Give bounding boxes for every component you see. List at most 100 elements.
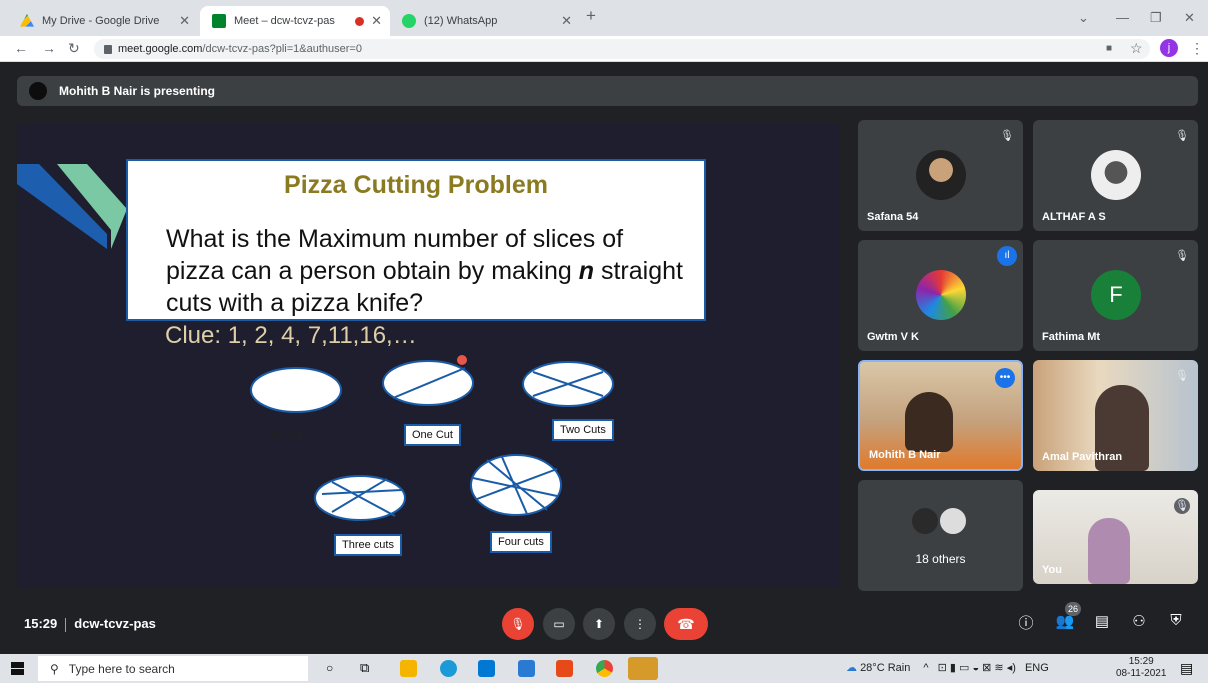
label-four-cuts: Four cuts — [490, 531, 552, 553]
presenter-avatar — [29, 82, 47, 100]
participant-tile[interactable]: 🎙 ALTHAF A S — [1033, 120, 1198, 231]
url-path: /dcw-tcvz-pas?pli=1&authuser=0 — [202, 43, 362, 55]
activities-icon[interactable]: ⚇ — [1127, 612, 1151, 630]
windows-start-icon[interactable] — [11, 662, 24, 675]
mic-off-icon: 🎙 — [1175, 370, 1189, 382]
camera-in-use-icon[interactable]: ■ — [1106, 43, 1112, 54]
mail-icon[interactable] — [478, 660, 495, 677]
participant-tile[interactable]: F 🎙 Fathima Mt — [1033, 240, 1198, 351]
close-window-button[interactable]: ✕ — [1184, 10, 1195, 26]
taskbar-clock[interactable]: 15:29 08-11-2021 — [1116, 656, 1166, 680]
self-video-person — [1088, 518, 1130, 584]
participant-avatar — [910, 506, 940, 536]
mic-off-icon: 🎙 — [1174, 498, 1190, 514]
divider — [65, 617, 67, 632]
tray-icons[interactable]: ⊡ ▮ ▭ ◒ ⊠ ≋ ◂) — [938, 662, 1016, 674]
participant-name: Gwtm V K — [867, 331, 919, 343]
label-no-cut: No cut — [271, 428, 303, 440]
url-host: meet.google.com — [118, 43, 203, 55]
profile-avatar[interactable]: j — [1160, 39, 1178, 57]
participant-name: Amal Pavithran — [1042, 451, 1123, 463]
tab-title: My Drive - Google Drive — [42, 15, 160, 27]
windows-taskbar: ⚲ Type here to search ○ ⧉ ☁ 28°C Rain ^ … — [0, 654, 1208, 683]
participant-name: ALTHAF A S — [1042, 211, 1106, 223]
camera-button[interactable]: ▭ — [543, 608, 575, 640]
search-placeholder: Type here to search — [68, 661, 175, 676]
label-one-cut: One Cut — [404, 424, 461, 446]
back-arrow-icon[interactable]: ← — [14, 40, 28, 56]
others-count: 18 others — [915, 552, 966, 566]
question-text: What is the Maximum number of slices of … — [166, 225, 624, 285]
weather-icon: ☁ — [846, 662, 857, 674]
clock-date: 08-11-2021 — [1116, 668, 1167, 679]
tab-meet[interactable]: Meet – dcw-tcvz-pas ✕ — [200, 6, 390, 36]
slide-question-box: Pizza Cutting Problem What is the Maximu… — [126, 159, 706, 321]
lock-icon — [104, 44, 112, 54]
meet-control-bar: 15:29 dcw-tcvz-pas 🎙 ▭ ⬆ ⋮ ☎ ⓘ 👥 26 ▤ ⚇ ⛨ — [0, 598, 1208, 654]
chat-icon[interactable]: ▤ — [1090, 612, 1114, 630]
pizza-no-cut — [250, 367, 342, 413]
mic-off-button[interactable]: 🎙 — [502, 608, 534, 640]
participant-name: Fathima Mt — [1042, 331, 1101, 343]
tab-title: Meet – dcw-tcvz-pas — [234, 15, 335, 27]
tab-whatsapp[interactable]: (12) WhatsApp ✕ — [390, 6, 580, 36]
browser-toolbar: ← → ↻ meet.google.com/dcw-tcvz-pas?pli=1… — [0, 36, 1208, 62]
meeting-details: 15:29 dcw-tcvz-pas — [24, 616, 156, 632]
new-tab-button[interactable]: + — [586, 6, 596, 26]
menu-kebab-icon[interactable]: ⋮ — [1190, 40, 1204, 57]
address-bar[interactable]: meet.google.com/dcw-tcvz-pas?pli=1&authu… — [94, 39, 1150, 59]
tab-title: (12) WhatsApp — [424, 15, 498, 27]
show-hidden-icons-chevron-icon[interactable]: ^ — [923, 662, 928, 674]
search-icon: ⚲ — [50, 661, 59, 676]
weather-text[interactable]: 28°C Rain — [860, 662, 910, 674]
whatsapp-icon — [402, 14, 416, 28]
close-tab-icon[interactable]: ✕ — [179, 13, 190, 29]
meeting-info-icon[interactable]: ⓘ — [1014, 612, 1038, 633]
participant-video-person — [905, 392, 953, 452]
edge-icon[interactable] — [440, 660, 457, 677]
others-tile[interactable]: 18 others — [858, 480, 1023, 591]
mic-off-icon: 🎙 — [1000, 130, 1014, 142]
more-options-icon[interactable]: ••• — [995, 368, 1015, 388]
participant-tile[interactable]: 🎙 Safana 54 — [858, 120, 1023, 231]
bookmark-star-icon[interactable]: ☆ — [1130, 40, 1143, 57]
task-view-icon[interactable]: ⧉ — [360, 660, 369, 676]
minimize-button[interactable]: — — [1116, 10, 1129, 25]
participant-tile[interactable]: ıl Gwtm V K — [858, 240, 1023, 351]
cortana-icon[interactable]: ○ — [326, 661, 333, 675]
slide-clue: Clue: 1, 2, 4, 7,11,16,… — [165, 322, 417, 349]
presenting-banner: Mohith B Nair is presenting — [17, 76, 1198, 106]
participant-avatar — [916, 150, 966, 200]
close-tab-icon[interactable]: ✕ — [371, 13, 382, 29]
participant-tile-video[interactable]: 🎙 Amal Pavithran — [1033, 360, 1198, 471]
system-tray: ☁ 28°C Rain ^ ⊡ ▮ ▭ ◒ ⊠ ≋ ◂) ENG — [846, 661, 1049, 674]
tab-search-chevron-icon[interactable]: ⌄ — [1078, 10, 1089, 26]
end-call-button[interactable]: ☎ — [664, 608, 708, 640]
maximize-button[interactable]: ❐ — [1150, 10, 1162, 26]
office-icon[interactable] — [556, 660, 573, 677]
store-icon[interactable] — [518, 660, 535, 677]
participant-tile-video[interactable]: ••• Mohith B Nair — [858, 360, 1023, 471]
chrome-icon[interactable] — [596, 660, 613, 677]
slide-question: What is the Maximum number of slices of … — [166, 223, 686, 319]
participant-initial-avatar: F — [1091, 270, 1141, 320]
shared-screen: Pizza Cutting Problem What is the Maximu… — [17, 124, 840, 588]
notifications-icon[interactable]: ▤ — [1180, 660, 1193, 677]
present-screen-button[interactable]: ⬆ — [583, 608, 615, 640]
presenting-text: Mohith B Nair is presenting — [59, 84, 216, 98]
close-tab-icon[interactable]: ✕ — [561, 13, 572, 29]
language-indicator[interactable]: ENG — [1025, 662, 1049, 674]
more-options-button[interactable]: ⋮ — [624, 608, 656, 640]
mic-off-icon: 🎙 — [1175, 250, 1189, 262]
host-controls-icon[interactable]: ⛨ — [1164, 612, 1188, 629]
reload-icon[interactable]: ↻ — [68, 40, 80, 57]
meeting-time: 15:29 — [24, 616, 58, 631]
taskbar-search-box[interactable]: ⚲ Type here to search — [38, 656, 308, 681]
tab-google-drive[interactable]: My Drive - Google Drive ✕ — [8, 6, 198, 36]
self-tile[interactable]: 🎙 You — [1033, 490, 1198, 584]
file-explorer-icon[interactable] — [400, 660, 417, 677]
forward-arrow-icon[interactable]: → — [42, 40, 56, 56]
participant-name: You — [1042, 564, 1062, 576]
google-meet-icon — [212, 14, 226, 28]
app-icon[interactable] — [628, 657, 658, 680]
